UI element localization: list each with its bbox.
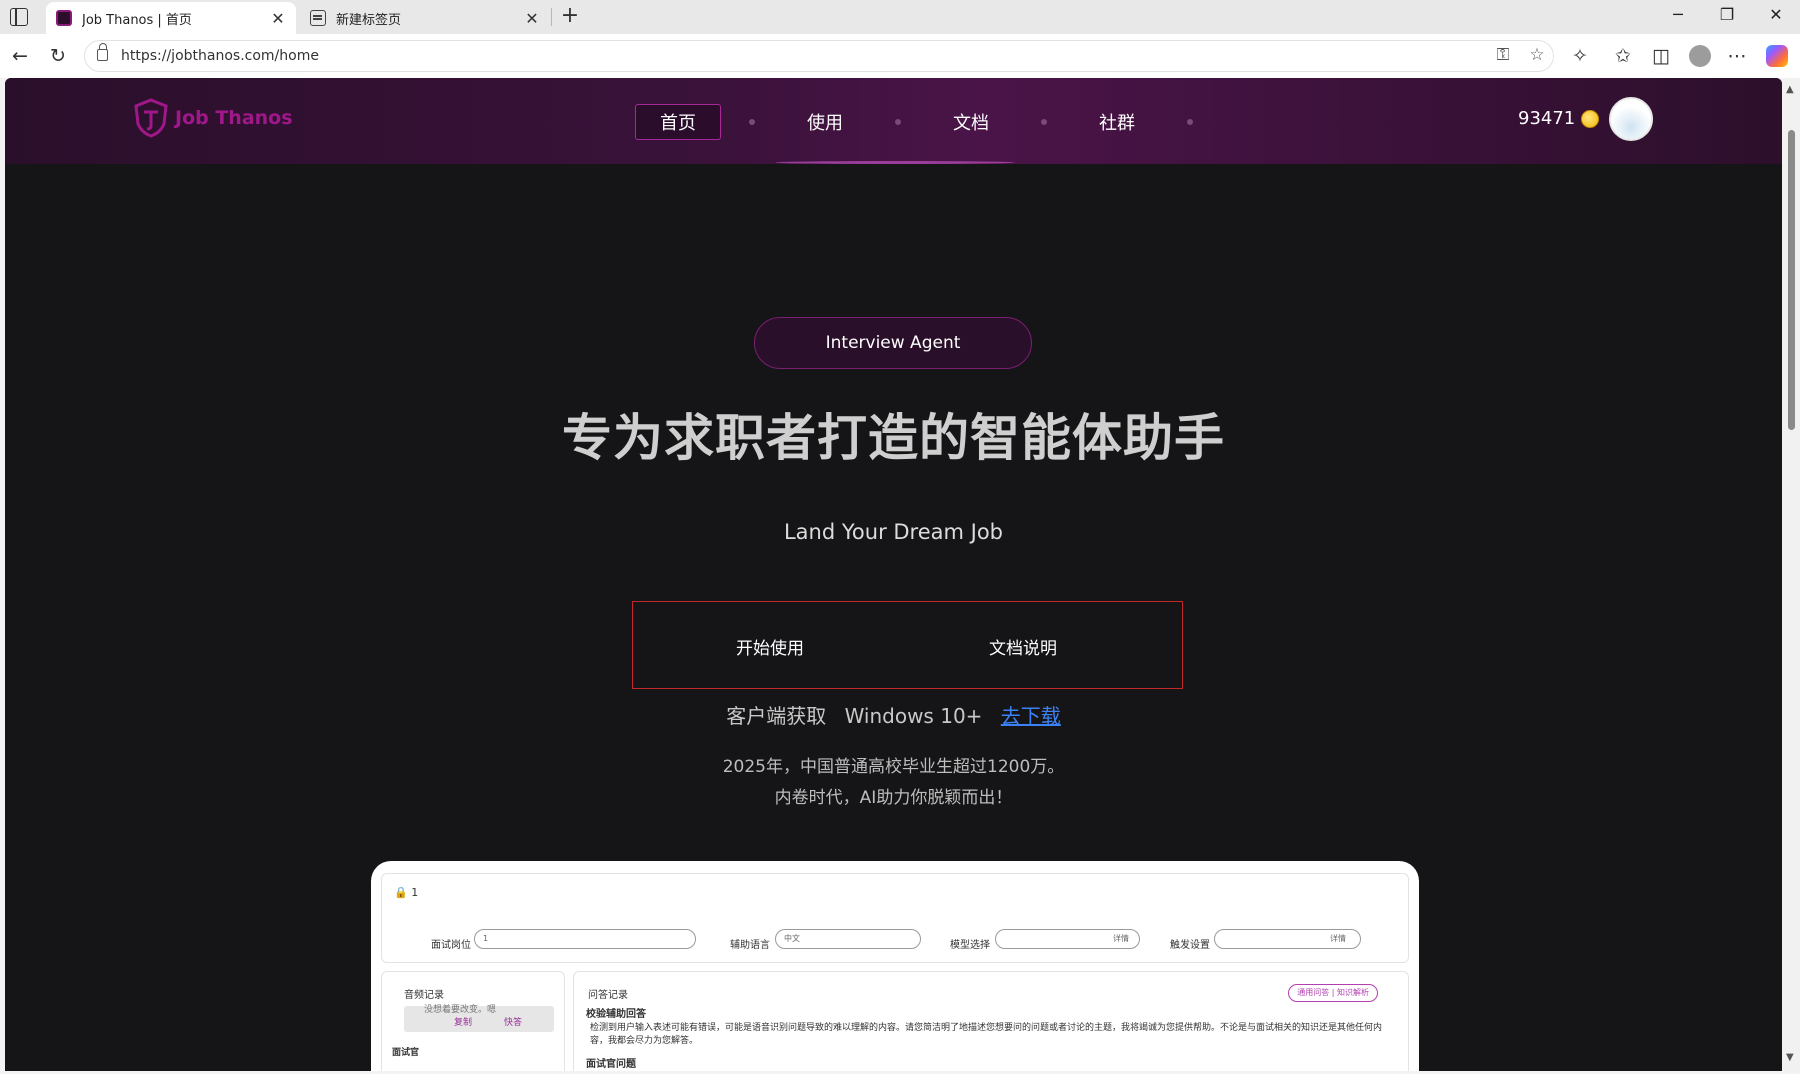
reload-icon[interactable]: ↻ xyxy=(46,44,70,68)
restore-icon[interactable]: ❐ xyxy=(1715,5,1739,24)
docs-button[interactable]: 文档说明 xyxy=(989,634,1057,659)
close-window-icon[interactable]: ✕ xyxy=(1764,5,1788,24)
tab-new-tab[interactable]: 新建标签页 ✕ xyxy=(300,2,550,34)
transcript-bubble: 没想着要改变。嗯 复制 快答 xyxy=(404,1005,554,1032)
product-preview: 🔒 1 面试岗位 1 辅助语言 中文 模型选择 详情 触发设置 详情 音频记录 … xyxy=(371,861,1419,1071)
qa-record-panel: 问答记录 通用问答 | 知识解析 校验辅助回答 检测到用户输入表述可能有错误，可… xyxy=(573,971,1409,1071)
address-bar[interactable]: https://jobthanos.com/home ⚿ ☆ xyxy=(84,40,1554,72)
trigger-select[interactable]: 详情 xyxy=(1214,929,1361,949)
scroll-down-icon[interactable]: ▼ xyxy=(1786,1052,1794,1063)
favorites-icon[interactable]: ✩ xyxy=(1611,44,1635,68)
session-number: 1 xyxy=(411,886,419,899)
main-nav: 首页 使用 文档 社群 xyxy=(635,104,1221,140)
browser-essentials-icon[interactable]: ◫ xyxy=(1649,44,1673,68)
user-avatar[interactable] xyxy=(1609,97,1653,141)
nav-home[interactable]: 首页 xyxy=(635,104,721,140)
new-tab-page-icon xyxy=(310,10,326,26)
page-scrollbar[interactable]: ▲ ▼ xyxy=(1782,78,1800,1071)
position-field[interactable]: 1 xyxy=(474,929,696,949)
extensions-icon[interactable]: ✧ xyxy=(1568,44,1592,68)
coin-icon xyxy=(1581,109,1600,128)
nav-docs[interactable]: 文档 xyxy=(929,105,1013,139)
logo-text: Job Thanos xyxy=(175,107,293,129)
start-button[interactable]: 开始使用 xyxy=(736,634,804,659)
nav-separator-dot xyxy=(1041,119,1047,125)
download-row: 客户端获取 Windows 10+ 去下载 xyxy=(5,700,1782,729)
qa-section-title: 校验辅助回答 xyxy=(586,1009,646,1020)
preview-settings-panel: 🔒 1 面试岗位 1 辅助语言 中文 模型选择 详情 触发设置 详情 xyxy=(381,873,1409,963)
header-glow-line xyxy=(775,161,1015,164)
favorite-star-icon[interactable]: ☆ xyxy=(1525,45,1549,65)
audio-record-title: 音频记录 xyxy=(404,990,444,1001)
tab-divider xyxy=(551,8,552,26)
site-favicon-icon xyxy=(56,10,72,26)
mode-tags[interactable]: 通用问答 | 知识解析 xyxy=(1288,984,1378,1002)
scroll-up-icon[interactable]: ▲ xyxy=(1786,84,1794,95)
transcript-snippet: 没想着要改变。嗯 xyxy=(424,1005,497,1015)
key-icon[interactable]: ⚿ xyxy=(1491,45,1515,65)
profile-avatar[interactable] xyxy=(1689,45,1711,67)
download-link[interactable]: 去下载 xyxy=(1001,704,1061,728)
quick-answer-button[interactable]: 快答 xyxy=(504,1017,522,1030)
copilot-icon[interactable] xyxy=(1766,45,1788,67)
nav-separator-dot xyxy=(1187,119,1193,125)
audio-record-panel: 音频记录 没想着要改变。嗯 复制 快答 面试官 xyxy=(381,971,565,1071)
new-tab-button[interactable]: + xyxy=(560,3,580,28)
site-header: Job Thanos 首页 使用 文档 社群 93471 xyxy=(5,78,1782,164)
copy-button[interactable]: 复制 xyxy=(454,1017,472,1030)
qa-answer-text: 检测到用户输入表述可能有错误，可能是语音识别问题导致的难以理解的内容。请您简洁明… xyxy=(590,1023,1383,1046)
position-label: 面试岗位 xyxy=(431,940,471,951)
lock-icon[interactable] xyxy=(97,43,108,61)
language-select[interactable]: 中文 xyxy=(775,929,921,949)
session-indicator: 🔒 1 xyxy=(394,886,419,899)
minimize-icon[interactable]: ─ xyxy=(1666,5,1690,24)
url-text[interactable]: https://jobthanos.com/home xyxy=(121,48,319,64)
download-label: 客户端获取 xyxy=(726,704,827,728)
back-icon[interactable]: ← xyxy=(8,44,32,68)
hero-subtitle: Land Your Dream Job xyxy=(783,520,1004,544)
qa-record-title: 问答记录 xyxy=(588,990,628,1001)
nav-use[interactable]: 使用 xyxy=(783,105,867,139)
download-platform: Windows 10+ xyxy=(844,704,983,728)
tab-title: Job Thanos | 首页 xyxy=(82,12,192,28)
stat-description: 2025年，中国普通高校毕业生超过1200万。 xyxy=(722,757,1065,777)
more-menu-icon[interactable]: ⋯ xyxy=(1725,44,1749,68)
tab-job-thanos[interactable]: Job Thanos | 首页 ✕ xyxy=(46,2,296,34)
close-tab-icon[interactable]: ✕ xyxy=(266,9,290,28)
page-viewport: Job Thanos 首页 使用 文档 社群 93471 Interview A… xyxy=(5,78,1782,1071)
language-label: 辅助语言 xyxy=(730,940,770,951)
hero-title: 专为求职者打造的智能体助手 xyxy=(562,409,1225,467)
coin-count: 93471 xyxy=(1518,108,1576,129)
browser-toolbar: ← ↻ https://jobthanos.com/home ⚿ ☆ ✧ ✩ ◫… xyxy=(0,34,1800,78)
model-label: 模型选择 xyxy=(950,940,990,951)
interview-agent-badge[interactable]: Interview Agent xyxy=(754,317,1032,369)
sidebar-toggle-icon[interactable] xyxy=(10,8,28,26)
cta-group: 开始使用 文档说明 xyxy=(632,601,1183,689)
close-tab-icon[interactable]: ✕ xyxy=(520,9,544,28)
shield-logo-icon xyxy=(134,98,168,138)
browser-tab-bar: Job Thanos | 首页 ✕ 新建标签页 ✕ + ─ ❐ ✕ xyxy=(0,0,1800,34)
interviewer-question-title: 面试官问题 xyxy=(586,1059,636,1070)
nav-separator-dot xyxy=(895,119,901,125)
scrollbar-thumb[interactable] xyxy=(1788,130,1795,430)
coin-balance[interactable]: 93471 xyxy=(1518,108,1600,129)
nav-community[interactable]: 社群 xyxy=(1075,105,1159,139)
site-logo[interactable]: Job Thanos xyxy=(133,98,293,138)
model-select[interactable]: 详情 xyxy=(995,929,1140,949)
trigger-label: 触发设置 xyxy=(1170,940,1210,951)
tab-title: 新建标签页 xyxy=(336,12,402,28)
interviewer-label: 面试官 xyxy=(392,1048,420,1058)
slogan-description: 内卷时代，AI助力你脱颖而出！ xyxy=(774,788,1013,808)
nav-separator-dot xyxy=(749,119,755,125)
